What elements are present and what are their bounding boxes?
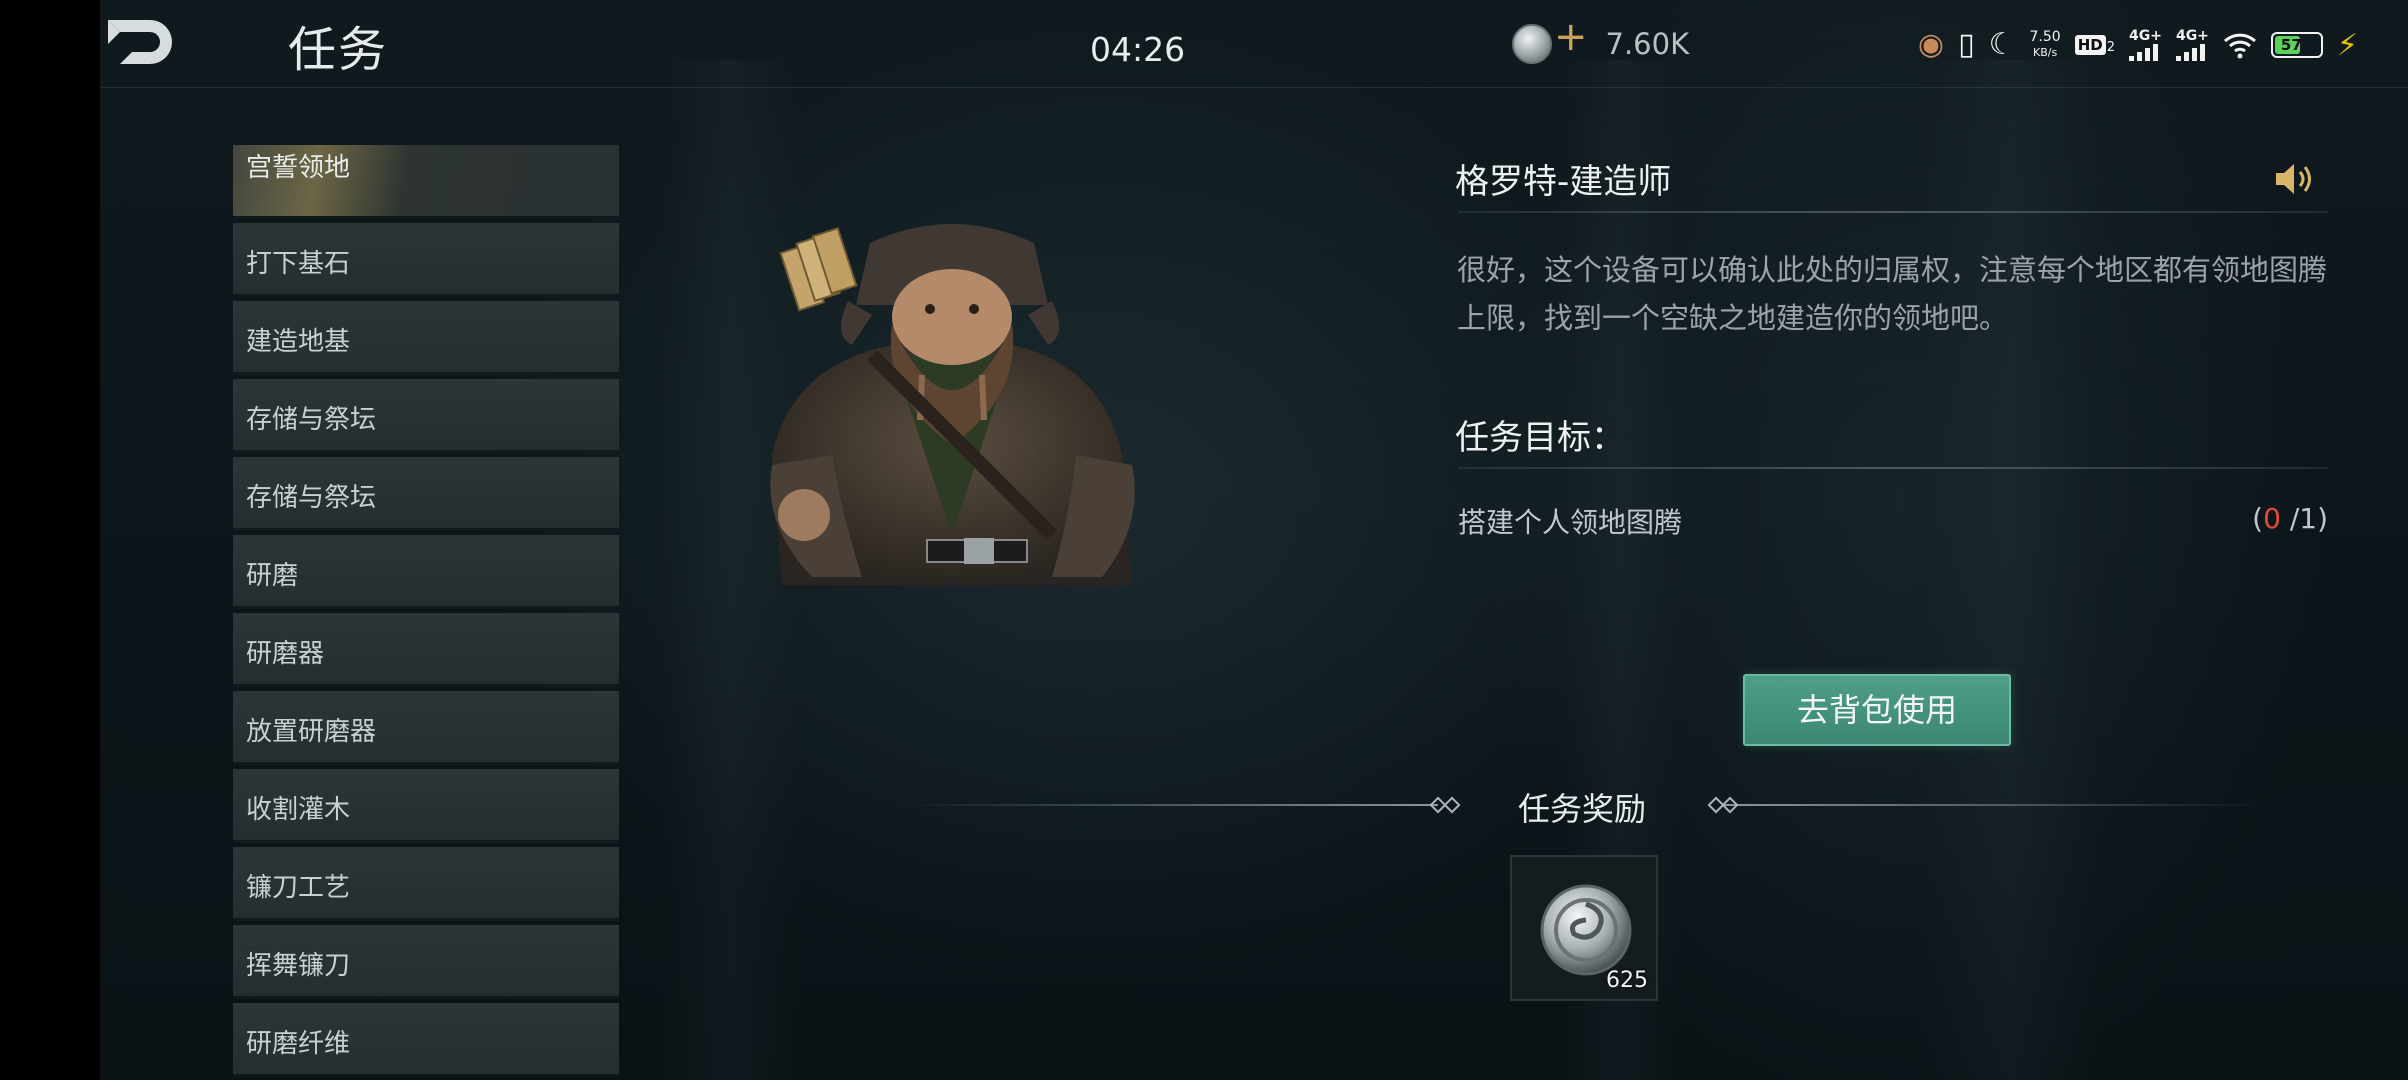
quest-list-item[interactable]: 收割灌木 [233,769,619,843]
reward-heading: 任务奖励 [1518,790,1647,828]
quest-list-item[interactable]: 镰刀工艺 [233,847,619,921]
network-speed-unit: KB/s [2033,46,2058,59]
quest-item-label: 放置研磨器 [246,717,377,747]
charging-icon: ⚡ [2336,27,2358,63]
sim2-label: 4G+ [2175,28,2209,44]
reward-divider-left [908,804,1438,806]
use-from-backpack-button[interactable]: 去背包使用 [1743,674,2011,746]
quest-item-label: 研磨纤维 [246,1029,351,1059]
quest-list-item[interactable]: 存储与祭坛 [233,457,619,531]
hd-sub: 2 [2106,40,2115,55]
system-status-bar: ◉ ▯ ☾ 7.50 KB/s HD 2 4G+ 4G+ 57 ⚡ [1918,22,2358,68]
quest-list: 宫誓领地 打下基石 建造地基 存储与祭坛 存储与祭坛 研磨 研磨器 放置研磨器 收割灌木 镰刀工艺… [233,145,619,1077]
battery-icon: 57 [2270,32,2323,58]
quest-list-item[interactable]: 宫誓领地 [233,145,619,219]
quest-list-item[interactable]: 研磨 [233,535,619,609]
reward-divider-right [1724,804,2264,806]
battery-percent: 57 [2280,36,2302,54]
quest-item-label: 研磨 [246,561,299,591]
objective-progress-open: ( [2252,502,2264,535]
page-title: 任务 [288,22,389,78]
quest-list-item[interactable]: 挥舞镰刀 [233,925,619,999]
quest-list-item[interactable]: 研磨纤维 [233,1003,619,1077]
quest-item-label: 宫誓领地 [246,153,351,183]
moon-icon: ☾ [1988,27,2016,62]
background-pillar [1920,60,2100,1080]
quest-item-label: 存储与祭坛 [246,483,377,513]
reward-item-count: 625 [1606,968,1648,993]
quest-list-item[interactable]: 建造地基 [233,301,619,375]
npc-dialog-text: 很好，这个设备可以确认此处的归属权，注意每个地区都有领地图腾上限，找到一个空缺之… [1457,253,2328,335]
hd-voice-icon: HD 2 [2074,35,2115,55]
objective-progress: (0 /1) [2252,502,2328,535]
add-currency-icon[interactable]: + [1554,14,1588,60]
silver-coin-icon [1512,24,1552,64]
quest-item-label: 打下基石 [246,249,351,279]
objective-heading: 任务目标： [1455,418,1625,458]
quest-item-label: 挥舞镰刀 [246,951,351,981]
quest-item-label: 建造地基 [246,327,351,357]
npc-portrait [770,224,1135,585]
quest-list-item[interactable]: 打下基石 [233,223,619,297]
signal-sim2-icon: 4G+ [2175,28,2209,61]
vibrate-icon: ▯ [1958,27,1975,62]
quest-list-item[interactable]: 研磨器 [233,613,619,687]
network-speed: 7.50 KB/s [2030,29,2061,61]
game-avatar-icon: ◉ [1917,27,1945,62]
quest-item-label: 收割灌木 [246,795,351,825]
objective-text: 搭建个人领地图腾 [1458,506,1683,539]
quest-item-label: 存储与祭坛 [246,405,377,435]
objective-total: /1) [2280,502,2328,535]
objective-divider [1458,467,2328,469]
npc-name: 格罗特-建造师 [1455,162,1672,202]
quest-list-item[interactable]: 存储与祭坛 [233,379,619,453]
npc-divider [1458,211,2328,213]
quest-list-item[interactable]: 放置研磨器 [233,691,619,765]
hd-label: HD [2074,35,2106,55]
wifi-icon [2223,33,2256,59]
quest-item-label: 镰刀工艺 [246,873,351,903]
back-arrow-icon[interactable] [100,14,176,70]
reward-item-slot[interactable]: 625 [1510,855,1658,1001]
sim1-label: 4G+ [2128,28,2162,44]
silver-coin-icon [1540,884,1632,976]
signal-sim1-icon: 4G+ [2128,28,2162,61]
speaker-icon[interactable] [2272,160,2316,198]
currency-display[interactable]: + 7.60K [1512,14,1690,70]
quest-item-label: 研磨器 [246,639,325,669]
network-speed-value: 7.50 [2029,29,2061,45]
currency-value: 7.60K [1605,27,1690,61]
objective-current: 0 [2263,502,2281,535]
game-clock: 04:26 [1090,30,1186,69]
